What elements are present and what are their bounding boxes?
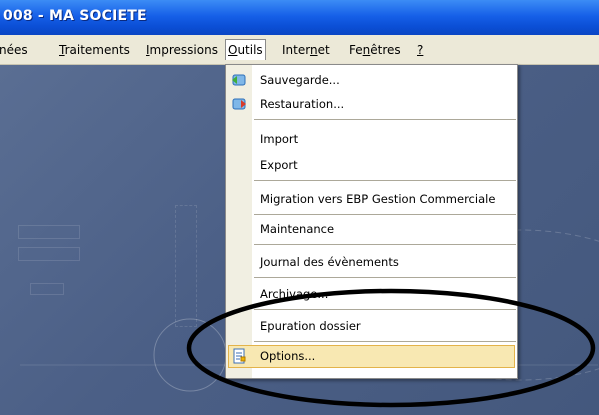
restore-icon bbox=[232, 98, 246, 110]
menu-item-restauration[interactable]: Restauration... bbox=[252, 93, 517, 115]
menu-donnees[interactable]: nées bbox=[0, 43, 28, 57]
menu-traitements[interactable]: Traitements bbox=[59, 43, 130, 57]
menu-item-journal[interactable]: Journal des évènements bbox=[252, 251, 517, 273]
menu-item-export[interactable]: Export bbox=[252, 154, 517, 176]
menu-outils[interactable]: Outils bbox=[225, 39, 266, 60]
menu-separator bbox=[254, 180, 516, 181]
menu-item-migration[interactable]: Migration vers EBP Gestion Commerciale bbox=[252, 188, 517, 210]
menu-separator bbox=[254, 119, 516, 120]
menu-item-import[interactable]: Import bbox=[252, 128, 517, 150]
menu-impressions[interactable]: Impressions bbox=[146, 43, 218, 57]
menu-item-sauvegarde[interactable]: Sauvegarde... bbox=[252, 69, 517, 91]
menu-help[interactable]: ? bbox=[417, 43, 423, 57]
title-bar[interactable]: 008 - MA SOCIETE bbox=[0, 0, 599, 35]
menu-internet[interactable]: Internet bbox=[282, 43, 330, 57]
annotation-ellipse bbox=[186, 288, 596, 408]
menu-separator bbox=[254, 277, 516, 278]
menu-separator bbox=[254, 214, 516, 215]
menu-fenetres[interactable]: Fenêtres bbox=[349, 43, 401, 57]
app-window: 008 - MA SOCIETE nées Traitements Impres… bbox=[0, 0, 599, 415]
menu-bar: nées Traitements Impressions Outils Inte… bbox=[0, 35, 599, 65]
backup-icon bbox=[232, 74, 246, 86]
window-title: 008 - MA SOCIETE bbox=[3, 8, 147, 24]
menu-item-maintenance[interactable]: Maintenance bbox=[252, 218, 517, 240]
menu-separator bbox=[254, 244, 516, 245]
